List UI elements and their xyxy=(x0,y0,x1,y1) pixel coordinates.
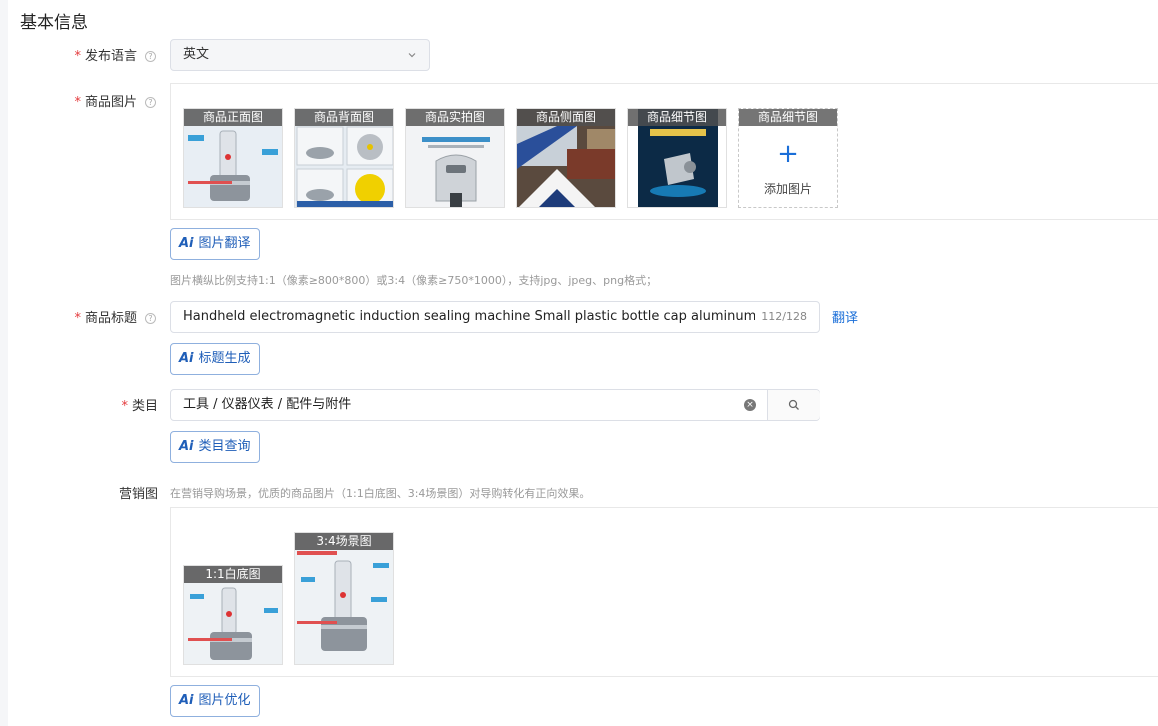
product-images-panel: 商品正面图 商品背面图 商品实拍图 商品侧面图 商品细节图 商品细节图 + 添加… xyxy=(170,83,1158,220)
ai-icon: Ai xyxy=(179,693,194,708)
button-label: 图片翻译 xyxy=(198,236,251,251)
category-search-button[interactable] xyxy=(767,390,820,420)
marketing-hint: 在营销导购场景，优质的商品图片（1:1白底图、3:4场景图）对导购转化有正向效果… xyxy=(170,487,591,500)
image-format-hint: 图片横纵比例支持1:1（像素≥800*800）或3:4（像素≥750*1000）… xyxy=(170,274,658,287)
category-label-row: * 类目 xyxy=(121,395,158,414)
image-translate-button[interactable]: Ai 图片翻译 xyxy=(170,228,260,260)
thumb-caption: 商品实拍图 xyxy=(406,109,504,126)
product-photo xyxy=(295,533,393,664)
title-generate-button[interactable]: Ai 标题生成 xyxy=(170,343,260,375)
required-mark: * xyxy=(74,49,81,64)
chevron-down-icon xyxy=(408,53,416,58)
ai-icon: Ai xyxy=(179,439,194,454)
language-label: 发布语言 xyxy=(84,49,137,64)
thumb-caption: 商品细节图 xyxy=(628,109,726,126)
help-icon[interactable]: ? xyxy=(145,97,156,108)
button-label: 标题生成 xyxy=(198,351,251,366)
product-image-detail[interactable]: 商品细节图 xyxy=(627,108,727,208)
images-label: 商品图片 xyxy=(84,95,137,110)
category-label: 类目 xyxy=(131,399,158,414)
add-image-label: 添加图片 xyxy=(763,182,812,196)
product-image-actual[interactable]: 商品实拍图 xyxy=(405,108,505,208)
images-label-row: * 商品图片? xyxy=(74,91,156,110)
clear-icon[interactable]: × xyxy=(744,399,756,411)
thumb-caption: 商品侧面图 xyxy=(517,109,615,126)
product-title-value: Handheld electromagnetic induction seali… xyxy=(183,309,781,324)
button-label: 类目查询 xyxy=(198,439,251,454)
category-cascader[interactable]: 工具 / 仪器仪表 / 配件与附件 × xyxy=(170,389,820,421)
required-mark: * xyxy=(121,399,128,414)
required-mark: * xyxy=(74,311,81,326)
language-select[interactable]: 英文 xyxy=(170,39,430,71)
add-image-button[interactable]: 商品细节图 + 添加图片 xyxy=(738,108,838,208)
language-label-row: * 发布语言? xyxy=(74,45,156,64)
marketing-images-panel: 1:1白底图 3:4场景图 xyxy=(170,507,1158,677)
character-count: 112/128 xyxy=(755,302,807,332)
product-image-front[interactable]: 商品正面图 xyxy=(183,108,283,208)
thumb-caption: 3:4场景图 xyxy=(295,533,393,550)
category-value: 工具 / 仪器仪表 / 配件与附件 xyxy=(183,397,352,412)
marketing-image-scene[interactable]: 3:4场景图 xyxy=(294,532,394,665)
thumb-caption: 1:1白底图 xyxy=(184,566,282,583)
thumb-caption: 商品正面图 xyxy=(184,109,282,126)
marketing-image-white[interactable]: 1:1白底图 xyxy=(183,565,283,665)
language-select-value: 英文 xyxy=(183,47,210,62)
category-query-button[interactable]: Ai 类目查询 xyxy=(170,431,260,463)
product-image-back[interactable]: 商品背面图 xyxy=(294,108,394,208)
thumb-caption: 商品背面图 xyxy=(295,109,393,126)
title-label: 商品标题 xyxy=(84,311,137,326)
thumb-caption: 商品细节图 xyxy=(739,109,837,126)
button-label: 图片优化 xyxy=(198,693,251,708)
image-optimize-button[interactable]: Ai 图片优化 xyxy=(170,685,260,717)
page-left-gutter xyxy=(0,0,8,726)
title-label-row: * 商品标题? xyxy=(74,307,156,326)
help-icon[interactable]: ? xyxy=(145,51,156,62)
translate-link[interactable]: 翻译 xyxy=(832,307,858,326)
product-title-input[interactable]: Handheld electromagnetic induction seali… xyxy=(170,301,820,333)
search-icon xyxy=(788,399,799,410)
marketing-label: 营销图 xyxy=(118,487,158,502)
required-mark: * xyxy=(74,95,81,110)
help-icon[interactable]: ? xyxy=(145,313,156,324)
ai-icon: Ai xyxy=(179,236,194,251)
plus-icon: + xyxy=(777,139,799,169)
section-title: 基本信息 xyxy=(20,13,88,33)
product-image-side[interactable]: 商品侧面图 xyxy=(516,108,616,208)
ai-icon: Ai xyxy=(179,351,194,366)
